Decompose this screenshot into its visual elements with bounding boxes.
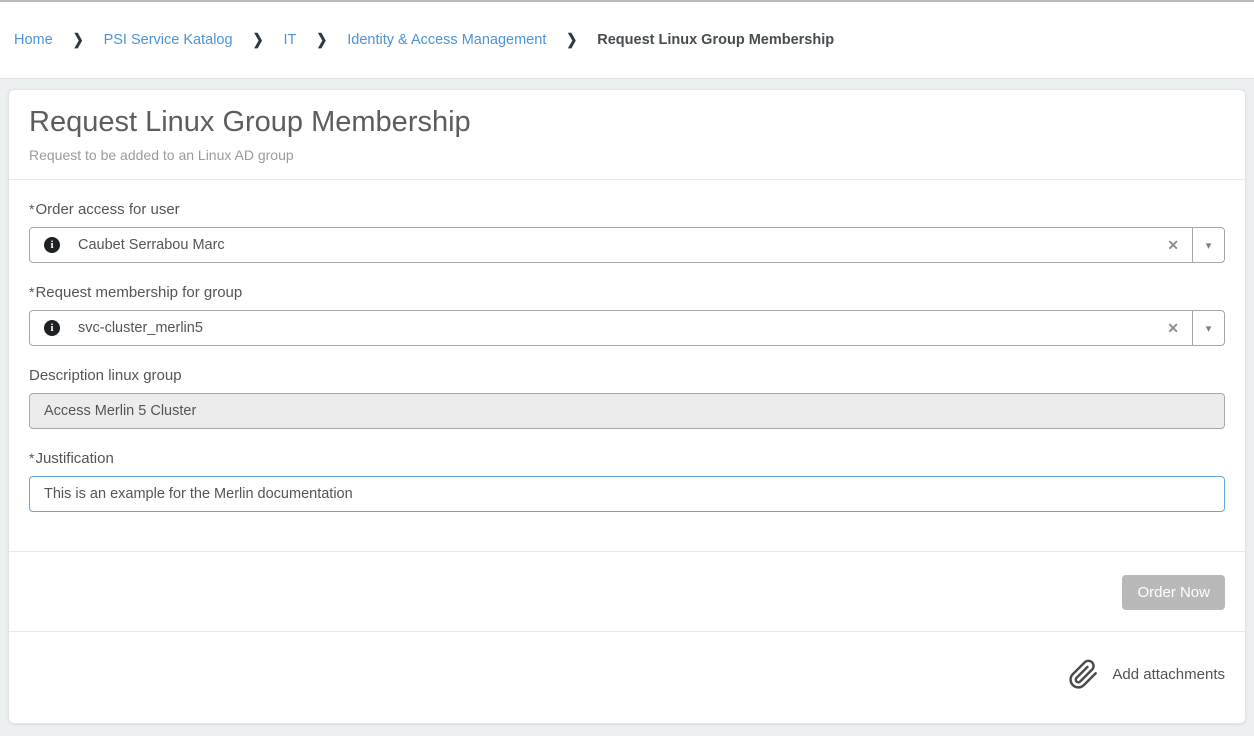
page-title: Request Linux Group Membership [29, 104, 1225, 140]
breadcrumb-link-home[interactable]: Home [14, 32, 53, 48]
breadcrumb-current-page: Request Linux Group Membership [597, 32, 834, 48]
dropdown-caret-icon[interactable]: ▾ [1192, 228, 1224, 262]
page-subtitle: Request to be added to an Linux AD group [29, 147, 1225, 163]
field-group-description: Description linux group Access Merlin 5 … [29, 367, 1225, 429]
description-value: Access Merlin 5 Cluster [44, 403, 196, 419]
description-readonly-field: Access Merlin 5 Cluster [29, 393, 1225, 429]
required-asterisk: * [29, 201, 34, 217]
breadcrumb-link-psi-service-katalog[interactable]: PSI Service Katalog [104, 32, 233, 48]
user-reference-select[interactable]: i Caubet Serrabou Marc ✕ ▾ [29, 227, 1225, 263]
add-attachments-link[interactable]: Add attachments [1112, 666, 1225, 683]
user-select-value[interactable]: Caubet Serrabou Marc [78, 237, 1154, 253]
group-select-value[interactable]: svc-cluster_merlin5 [78, 320, 1154, 336]
order-now-button[interactable]: Order Now [1122, 575, 1225, 610]
chevron-right-icon: ❯ [253, 31, 264, 49]
clear-icon[interactable]: ✕ [1154, 320, 1192, 337]
justification-input[interactable] [29, 476, 1225, 512]
field-label-description: Description linux group [29, 367, 1225, 384]
chevron-right-icon: ❯ [566, 31, 577, 49]
info-circle-icon[interactable]: i [44, 320, 60, 336]
attachments-row: Add attachments [9, 631, 1245, 723]
required-asterisk: * [29, 284, 34, 300]
order-button-row: Order Now [9, 551, 1245, 631]
card-header: Request Linux Group Membership Request t… [9, 90, 1245, 180]
field-group-justification: *Justification [29, 450, 1225, 512]
group-reference-select[interactable]: i svc-cluster_merlin5 ✕ ▾ [29, 310, 1225, 346]
chevron-right-icon: ❯ [73, 31, 84, 49]
field-label-user: *Order access for user [29, 201, 1225, 218]
breadcrumb-link-it[interactable]: IT [283, 32, 296, 48]
breadcrumb: Home ❯ PSI Service Katalog ❯ IT ❯ Identi… [0, 2, 1254, 79]
breadcrumb-link-identity-access-management[interactable]: Identity & Access Management [347, 32, 546, 48]
catalog-item-card: Request Linux Group Membership Request t… [8, 89, 1246, 724]
required-asterisk: * [29, 450, 34, 466]
request-form: *Order access for user i Caubet Serrabou… [9, 201, 1245, 551]
page-background: Request Linux Group Membership Request t… [0, 79, 1254, 736]
field-label-justification: *Justification [29, 450, 1225, 467]
field-group-user: *Order access for user i Caubet Serrabou… [29, 201, 1225, 263]
chevron-right-icon: ❯ [316, 31, 327, 49]
field-group-group: *Request membership for group i svc-clus… [29, 284, 1225, 346]
info-circle-icon[interactable]: i [44, 237, 60, 253]
dropdown-caret-icon[interactable]: ▾ [1192, 311, 1224, 345]
paperclip-icon[interactable] [1068, 659, 1099, 690]
clear-icon[interactable]: ✕ [1154, 237, 1192, 254]
field-label-group: *Request membership for group [29, 284, 1225, 301]
